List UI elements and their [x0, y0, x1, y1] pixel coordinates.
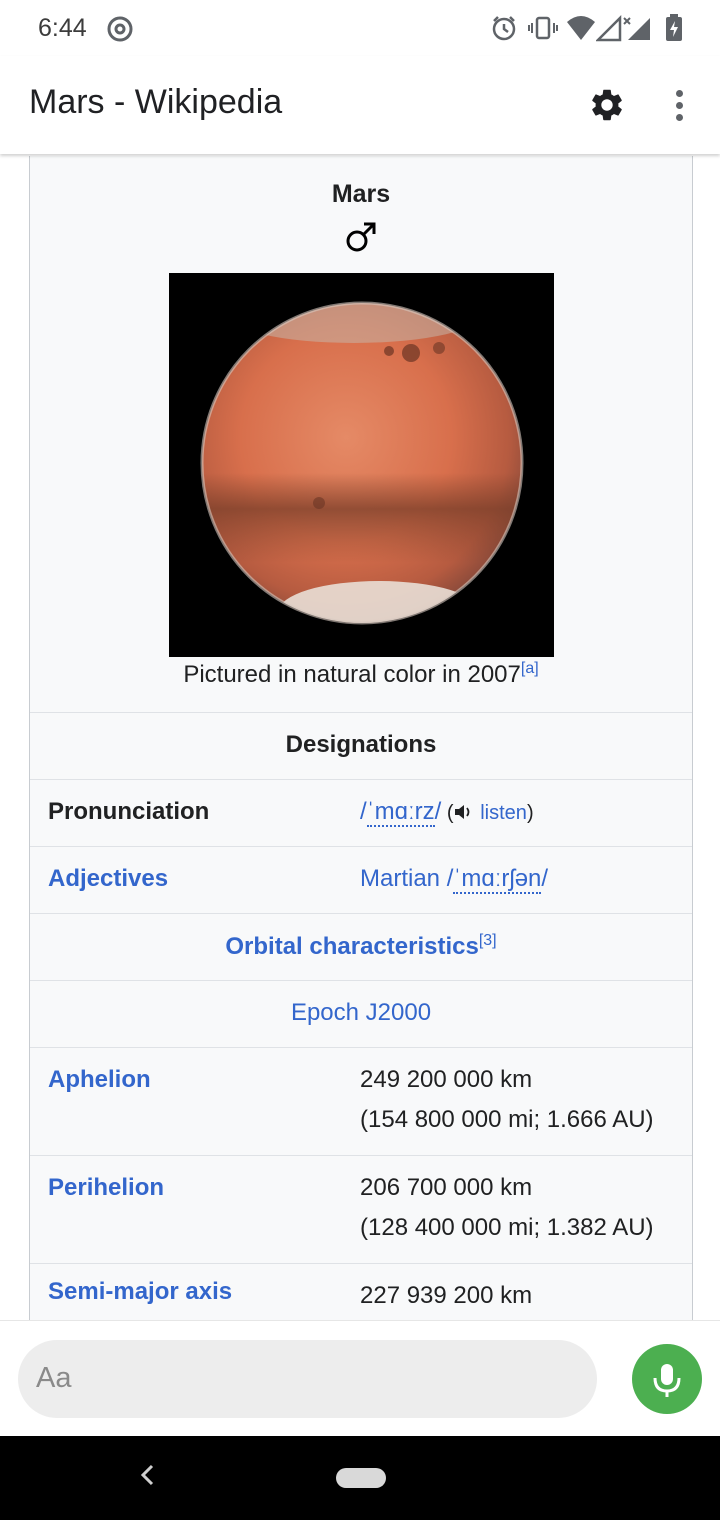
wifi-icon [567, 16, 595, 40]
mic-button[interactable] [632, 1344, 702, 1414]
pronunciation-label: Pronunciation [48, 798, 210, 825]
epoch-link[interactable]: Epoch J2000 [291, 999, 431, 1026]
pronunciation-row: Pronunciation /ˈmɑːrz/ ( listen) [30, 780, 692, 847]
perihelion-label[interactable]: Perihelion [48, 1174, 164, 1202]
vibrate-icon [528, 16, 558, 40]
aphelion-mi: (154 800 000 mi; 1.666 AU) [360, 1106, 654, 1133]
designations-header: Designations [30, 713, 692, 780]
article-content[interactable]: Mars Pictured in natural color in 2007[a… [0, 154, 720, 1320]
orbital-title: Orbital characteristics [225, 933, 479, 960]
mars-image[interactable] [169, 273, 554, 657]
at-sign-icon [107, 16, 133, 42]
perihelion-km: 206 700 000 km [360, 1174, 533, 1201]
gear-icon[interactable] [588, 86, 626, 124]
ipa-open: / [360, 798, 367, 825]
alarm-icon [492, 16, 516, 41]
aphelion-row: Aphelion 249 200 000 km (154 800 000 mi;… [30, 1048, 692, 1156]
listen-close: ) [526, 802, 534, 824]
status-time: 6:44 [38, 14, 87, 42]
input-bar: Aa [0, 1320, 720, 1437]
semi-major-axis-value: 227 939 200 km [360, 1276, 532, 1316]
perihelion-mi: (128 400 000 mi; 1.382 AU) [360, 1214, 654, 1241]
page-title: Mars - Wikipedia [29, 83, 283, 121]
image-caption: Pictured in natural color in 2007[a] [30, 660, 692, 689]
caption-ref-link[interactable]: [a] [521, 660, 539, 677]
adjectives-label[interactable]: Adjectives [48, 865, 168, 893]
caption-text: Pictured in natural color in 2007 [183, 661, 521, 688]
orbital-ref[interactable]: [3] [479, 932, 497, 949]
pronunciation-value: /ˈmɑːrz/ ( listen) [360, 792, 534, 833]
perihelion-value: 206 700 000 km (128 400 000 mi; 1.382 AU… [360, 1168, 654, 1248]
listen-link[interactable]: listen [480, 802, 527, 824]
battery-icon [666, 14, 682, 41]
input-placeholder: Aa [36, 1362, 72, 1394]
app-bar: Mars - Wikipedia [0, 56, 720, 154]
adj-ipa-link[interactable]: ˈmɑːrʃən [453, 865, 542, 894]
orbital-title-link[interactable]: Orbital characteristics[3] [225, 932, 497, 960]
adj-ipa-close: / [541, 865, 549, 892]
infobox: Mars Pictured in natural color in 2007[a… [29, 156, 693, 1320]
back-icon[interactable] [138, 1460, 158, 1490]
aphelion-km: 249 200 000 km [360, 1066, 533, 1093]
status-bar: 6:44 [0, 0, 720, 56]
listen-open: ( [441, 802, 454, 824]
infobox-header: Mars Pictured in natural color in 2007[a… [30, 156, 692, 713]
aphelion-label[interactable]: Aphelion [48, 1066, 151, 1094]
perihelion-row: Perihelion 206 700 000 km (128 400 000 m… [30, 1156, 692, 1264]
adj-ipa-open: / [440, 865, 454, 892]
epoch-row: Epoch J2000 [30, 981, 692, 1048]
ipa-link[interactable]: ˈmɑːrz [366, 798, 435, 827]
message-input[interactable]: Aa [18, 1340, 597, 1418]
speaker-icon[interactable] [454, 803, 474, 821]
infobox-title: Mars [331, 180, 391, 208]
orbital-header: Orbital characteristics[3] [30, 914, 692, 981]
mars-symbol-icon [346, 222, 376, 252]
martian-link[interactable]: Martian [360, 865, 440, 892]
semi-major-axis-row: Semi-major axis 227 939 200 km [30, 1264, 692, 1320]
designations-title: Designations [285, 731, 437, 758]
mic-icon [653, 1364, 681, 1397]
home-pill-icon[interactable] [336, 1468, 386, 1488]
adjectives-row: Adjectives Martian /ˈmɑːrʃən/ [30, 847, 692, 914]
adjectives-value: Martian /ˈmɑːrʃən/ [360, 859, 548, 899]
aphelion-value: 249 200 000 km (154 800 000 mi; 1.666 AU… [360, 1060, 654, 1140]
signal-icon [596, 14, 650, 42]
semi-major-axis-label[interactable]: Semi-major axis [48, 1278, 232, 1306]
system-nav-bar [0, 1436, 720, 1520]
mars-planet-picture [200, 301, 524, 625]
semi-major-axis-km: 227 939 200 km [360, 1282, 533, 1309]
more-vert-icon[interactable] [676, 90, 684, 126]
